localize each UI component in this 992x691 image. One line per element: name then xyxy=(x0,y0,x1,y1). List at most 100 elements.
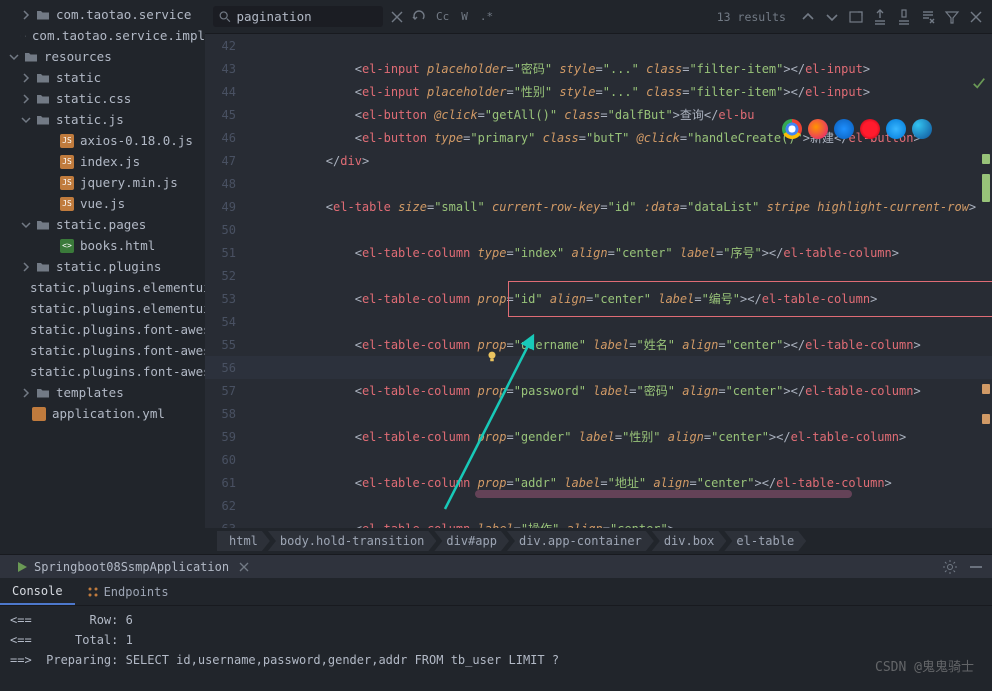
line-number: 60 xyxy=(205,453,250,467)
run-tab[interactable]: Springboot08SsmpApplication xyxy=(8,557,257,577)
code-line[interactable]: 48 xyxy=(205,172,992,195)
regex-toggle[interactable]: .* xyxy=(477,10,496,23)
breadcrumb-item[interactable]: div.app-container xyxy=(507,531,654,551)
ie-icon[interactable] xyxy=(886,119,906,139)
editor-pane: Cc W .* 13 results 4243 <el-input placeh… xyxy=(205,0,992,554)
breadcrumb-item[interactable]: div.box xyxy=(652,531,727,551)
add-selection-icon[interactable] xyxy=(872,9,888,25)
tree-item[interactable]: static.plugins.font-awesome xyxy=(0,319,205,340)
console-line: <== Total: 1 xyxy=(10,630,982,650)
code-line[interactable]: 43 <el-input placeholder="密码" style="...… xyxy=(205,57,992,80)
code-line[interactable]: 44 <el-input placeholder="性别" style="...… xyxy=(205,80,992,103)
find-bar: Cc W .* 13 results xyxy=(205,0,992,34)
prev-occurrence-icon[interactable] xyxy=(411,9,427,25)
code-line[interactable]: 58 xyxy=(205,402,992,425)
code-text: <el-button @click="getAll()" class="dalf… xyxy=(268,106,755,123)
code-line[interactable]: 60 xyxy=(205,448,992,471)
opera-icon[interactable] xyxy=(860,119,880,139)
folder-icon xyxy=(36,386,50,400)
code-line[interactable]: 59 <el-table-column prop="gender" label=… xyxy=(205,425,992,448)
code-text: <el-table-column prop="username" label="… xyxy=(268,336,921,353)
tree-item[interactable]: static.pages xyxy=(0,214,205,235)
tree-item[interactable]: static.plugins xyxy=(0,256,205,277)
filter-icon[interactable] xyxy=(944,9,960,25)
tree-item[interactable]: resources xyxy=(0,46,205,67)
chevron-down-icon xyxy=(20,114,32,126)
ok-icon xyxy=(972,76,986,90)
tree-item[interactable]: static xyxy=(0,67,205,88)
line-number: 57 xyxy=(205,384,250,398)
tree-item[interactable]: <>books.html xyxy=(0,235,205,256)
tree-item[interactable]: static.css xyxy=(0,88,205,109)
open-new-tab-icon[interactable] xyxy=(848,9,864,25)
tree-item[interactable]: static.plugins.elementui.fonts xyxy=(0,298,205,319)
chevron-right-icon xyxy=(20,93,32,105)
tree-item[interactable]: static.js xyxy=(0,109,205,130)
words-toggle[interactable]: W xyxy=(458,10,471,23)
tree-label: static.plugins.elementui.fonts xyxy=(30,301,205,316)
close-findbar-icon[interactable] xyxy=(968,9,984,25)
project-tree[interactable]: com.taotao.servicecom.taotao.service.imp… xyxy=(0,0,205,554)
run-settings-icon[interactable] xyxy=(942,559,958,575)
close-find-icon[interactable] xyxy=(389,9,405,25)
tree-item[interactable]: com.taotao.service.impl xyxy=(0,25,205,46)
code-line[interactable]: 55 <el-table-column prop="username" labe… xyxy=(205,333,992,356)
folder-icon xyxy=(36,8,50,22)
line-number: 48 xyxy=(205,177,250,191)
firefox-icon[interactable] xyxy=(808,119,828,139)
tree-item[interactable]: JSindex.js xyxy=(0,151,205,172)
find-up-icon[interactable] xyxy=(800,9,816,25)
code-line[interactable]: 63 <el-table-column label="操作" align="ce… xyxy=(205,517,992,528)
intention-bulb-icon[interactable] xyxy=(485,349,499,363)
remove-occurrence-icon[interactable] xyxy=(920,9,936,25)
chevron-right-icon xyxy=(20,261,32,273)
tree-item[interactable]: JSaxios-0.18.0.js xyxy=(0,130,205,151)
breadcrumb-item[interactable]: html xyxy=(217,531,270,551)
code-line[interactable]: 47 </div> xyxy=(205,149,992,172)
tree-item[interactable]: JSjquery.min.js xyxy=(0,172,205,193)
code-line[interactable]: 57 <el-table-column prop="password" labe… xyxy=(205,379,992,402)
console-tab[interactable]: Endpoints xyxy=(75,578,181,605)
tree-item[interactable]: static.plugins.font-awesome xyxy=(0,361,205,382)
code-line[interactable]: 42 xyxy=(205,34,992,57)
find-input[interactable] xyxy=(236,9,377,24)
chrome-icon[interactable] xyxy=(782,119,802,139)
line-number: 61 xyxy=(205,476,250,490)
code-area[interactable]: 4243 <el-input placeholder="密码" style=".… xyxy=(205,34,992,528)
tree-item[interactable]: static.plugins.elementui xyxy=(0,277,205,298)
code-line[interactable]: 56 xyxy=(205,356,992,379)
console-tab[interactable]: Console xyxy=(0,578,75,605)
breadcrumb-item[interactable]: body.hold-transition xyxy=(268,531,437,551)
code-line[interactable]: 51 <el-table-column type="index" align="… xyxy=(205,241,992,264)
line-number: 58 xyxy=(205,407,250,421)
code-line[interactable]: 53 <el-table-column prop="id" align="cen… xyxy=(205,287,992,310)
code-line[interactable]: 49 <el-table size="small" current-row-ke… xyxy=(205,195,992,218)
horizontal-scrollbar[interactable] xyxy=(475,490,852,498)
console-output[interactable]: <== Row: 6<== Total: 1==> Preparing: SEL… xyxy=(0,606,992,691)
close-run-tab-icon[interactable] xyxy=(239,562,249,572)
tree-item[interactable]: application.yml xyxy=(0,403,205,424)
find-down-icon[interactable] xyxy=(824,9,840,25)
error-stripe[interactable] xyxy=(978,134,992,528)
tree-item[interactable]: templates xyxy=(0,382,205,403)
breadcrumb-item[interactable]: el-table xyxy=(724,531,806,551)
code-text: <el-table-column prop="id" align="center… xyxy=(268,290,877,307)
match-case-toggle[interactable]: Cc xyxy=(433,10,452,23)
tree-item[interactable]: JSvue.js xyxy=(0,193,205,214)
tree-item[interactable]: static.plugins.font-awesome xyxy=(0,340,205,361)
breadcrumb-item[interactable]: div#app xyxy=(434,531,509,551)
tree-label: jquery.min.js xyxy=(80,175,178,190)
folder-icon xyxy=(36,71,50,85)
safari-icon[interactable] xyxy=(834,119,854,139)
edge-icon[interactable] xyxy=(912,119,932,139)
code-line[interactable]: 50 xyxy=(205,218,992,241)
select-all-icon[interactable] xyxy=(896,9,912,25)
code-text: <el-table-column label="操作" align="cente… xyxy=(268,520,675,528)
hide-panel-icon[interactable] xyxy=(968,559,984,575)
tree-label: static.js xyxy=(56,112,124,127)
code-line[interactable]: 54 xyxy=(205,310,992,333)
chevron-right-icon xyxy=(20,30,21,42)
tree-item[interactable]: com.taotao.service xyxy=(0,4,205,25)
find-input-wrapper[interactable] xyxy=(213,6,383,27)
code-line[interactable]: 52 xyxy=(205,264,992,287)
